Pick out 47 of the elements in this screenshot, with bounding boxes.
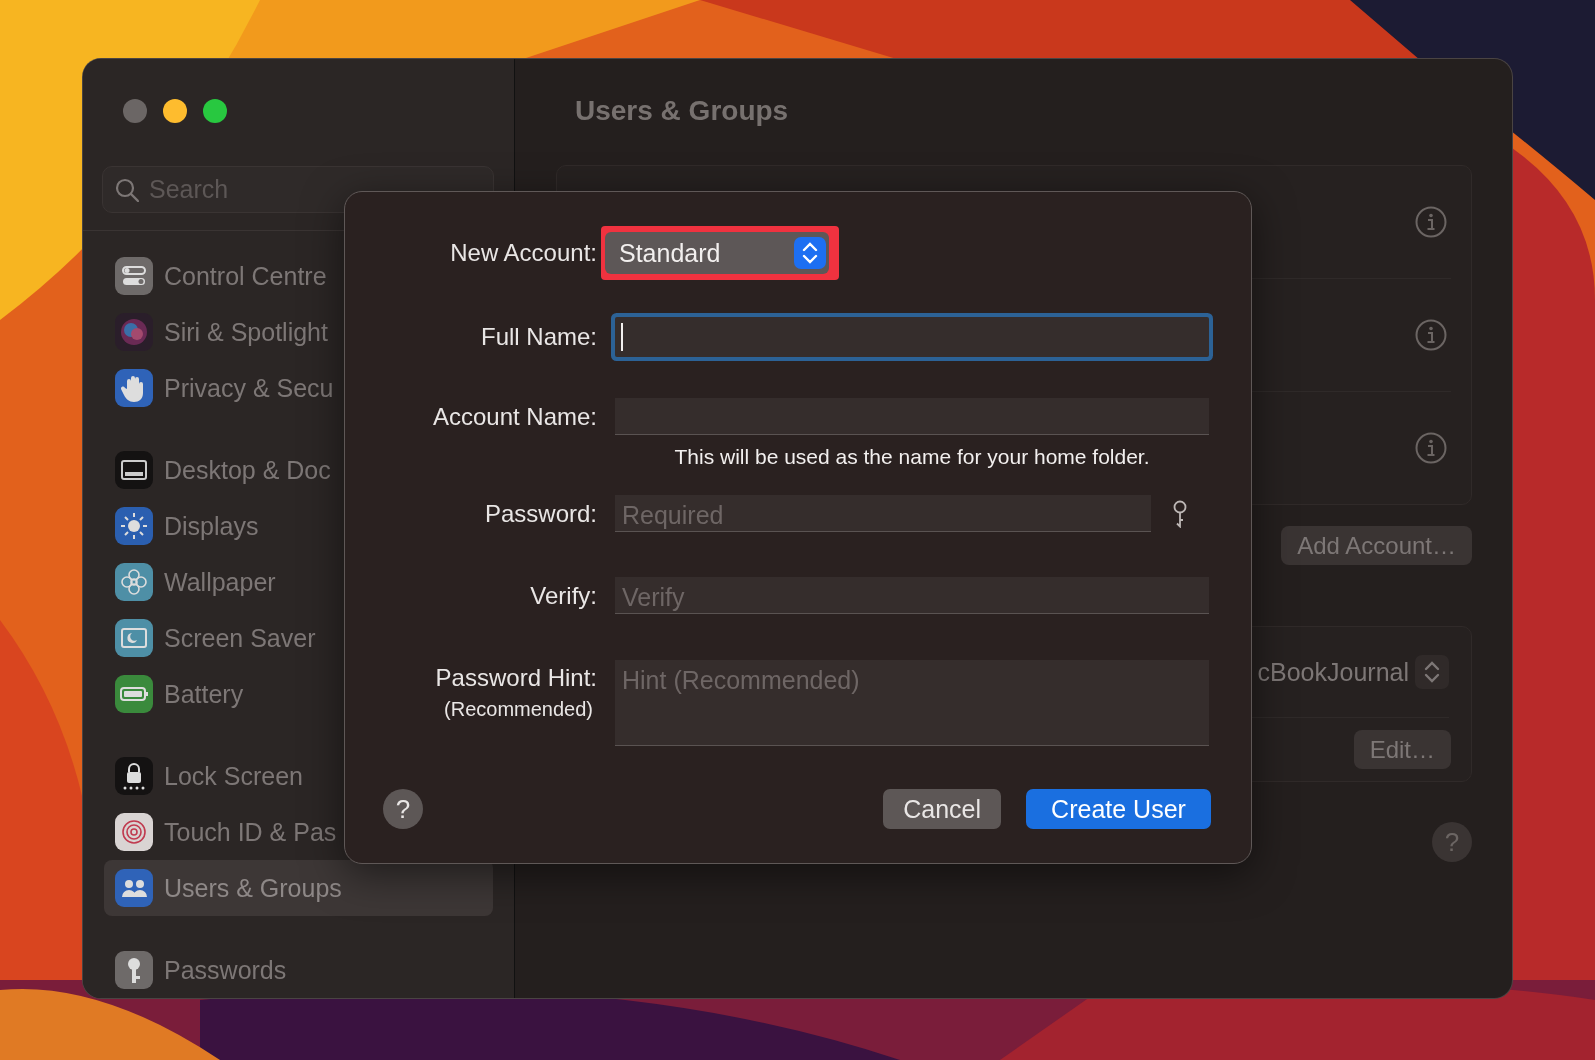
field-sublabel: (Recommended) [444,698,593,721]
cancel-button[interactable]: Cancel [883,789,1001,829]
input-field[interactable]: Required [615,495,1151,532]
hint-field[interactable]: Hint (Recommended) [615,660,1209,746]
sidebar-item[interactable]: Users & Groups [104,860,493,916]
orb-icon [115,313,153,351]
search-icon [115,177,139,202]
input-field[interactable] [615,398,1209,435]
people-icon [115,869,153,907]
screen-moon-icon [115,619,153,657]
help-button[interactable]: ? [1432,822,1472,862]
popup-value[interactable]: cBookJournal [1257,657,1409,687]
text-cursor [621,323,623,351]
toggles-icon [115,257,153,295]
info-icon[interactable] [1415,319,1447,351]
add-account-button[interactable]: Add Account… [1281,526,1472,565]
desktop-icon [115,451,153,489]
battery-icon [115,675,153,713]
account-type-popup[interactable]: Standard [605,232,829,274]
close-button[interactable] [123,99,147,123]
sidebar-item[interactable]: Passwords [104,942,493,998]
help-button[interactable]: ? [383,789,423,829]
lock-icon [115,757,153,795]
zoom-button[interactable] [203,99,227,123]
minimize-button[interactable] [163,99,187,123]
info-icon[interactable] [1415,432,1447,464]
field-label: Password Hint: [435,664,597,692]
input-field[interactable]: Verify [615,577,1209,614]
create-user-button[interactable]: Create User [1026,789,1211,829]
key-icon[interactable] [1171,499,1189,528]
stepper-icon[interactable] [1415,655,1449,689]
sun-icon [115,507,153,545]
input-field[interactable] [615,317,1209,357]
key-icon [115,951,153,989]
field-label: New Account: [450,239,597,267]
field-label: Account Name: [432,402,597,431]
field-label: Verify: [530,581,597,610]
field-label: Full Name: [480,323,597,351]
edit-button[interactable]: Edit… [1353,730,1451,769]
flower-icon [115,563,153,601]
field-label: Password: [484,499,597,528]
info-icon[interactable] [1415,206,1447,238]
hand-icon [115,369,153,407]
helper-text: This will be used as the name for your home folder. [673,444,1151,470]
window-title: Users & Groups [574,94,790,128]
fingerprint-icon [115,813,153,851]
stepper-icon [794,237,826,269]
